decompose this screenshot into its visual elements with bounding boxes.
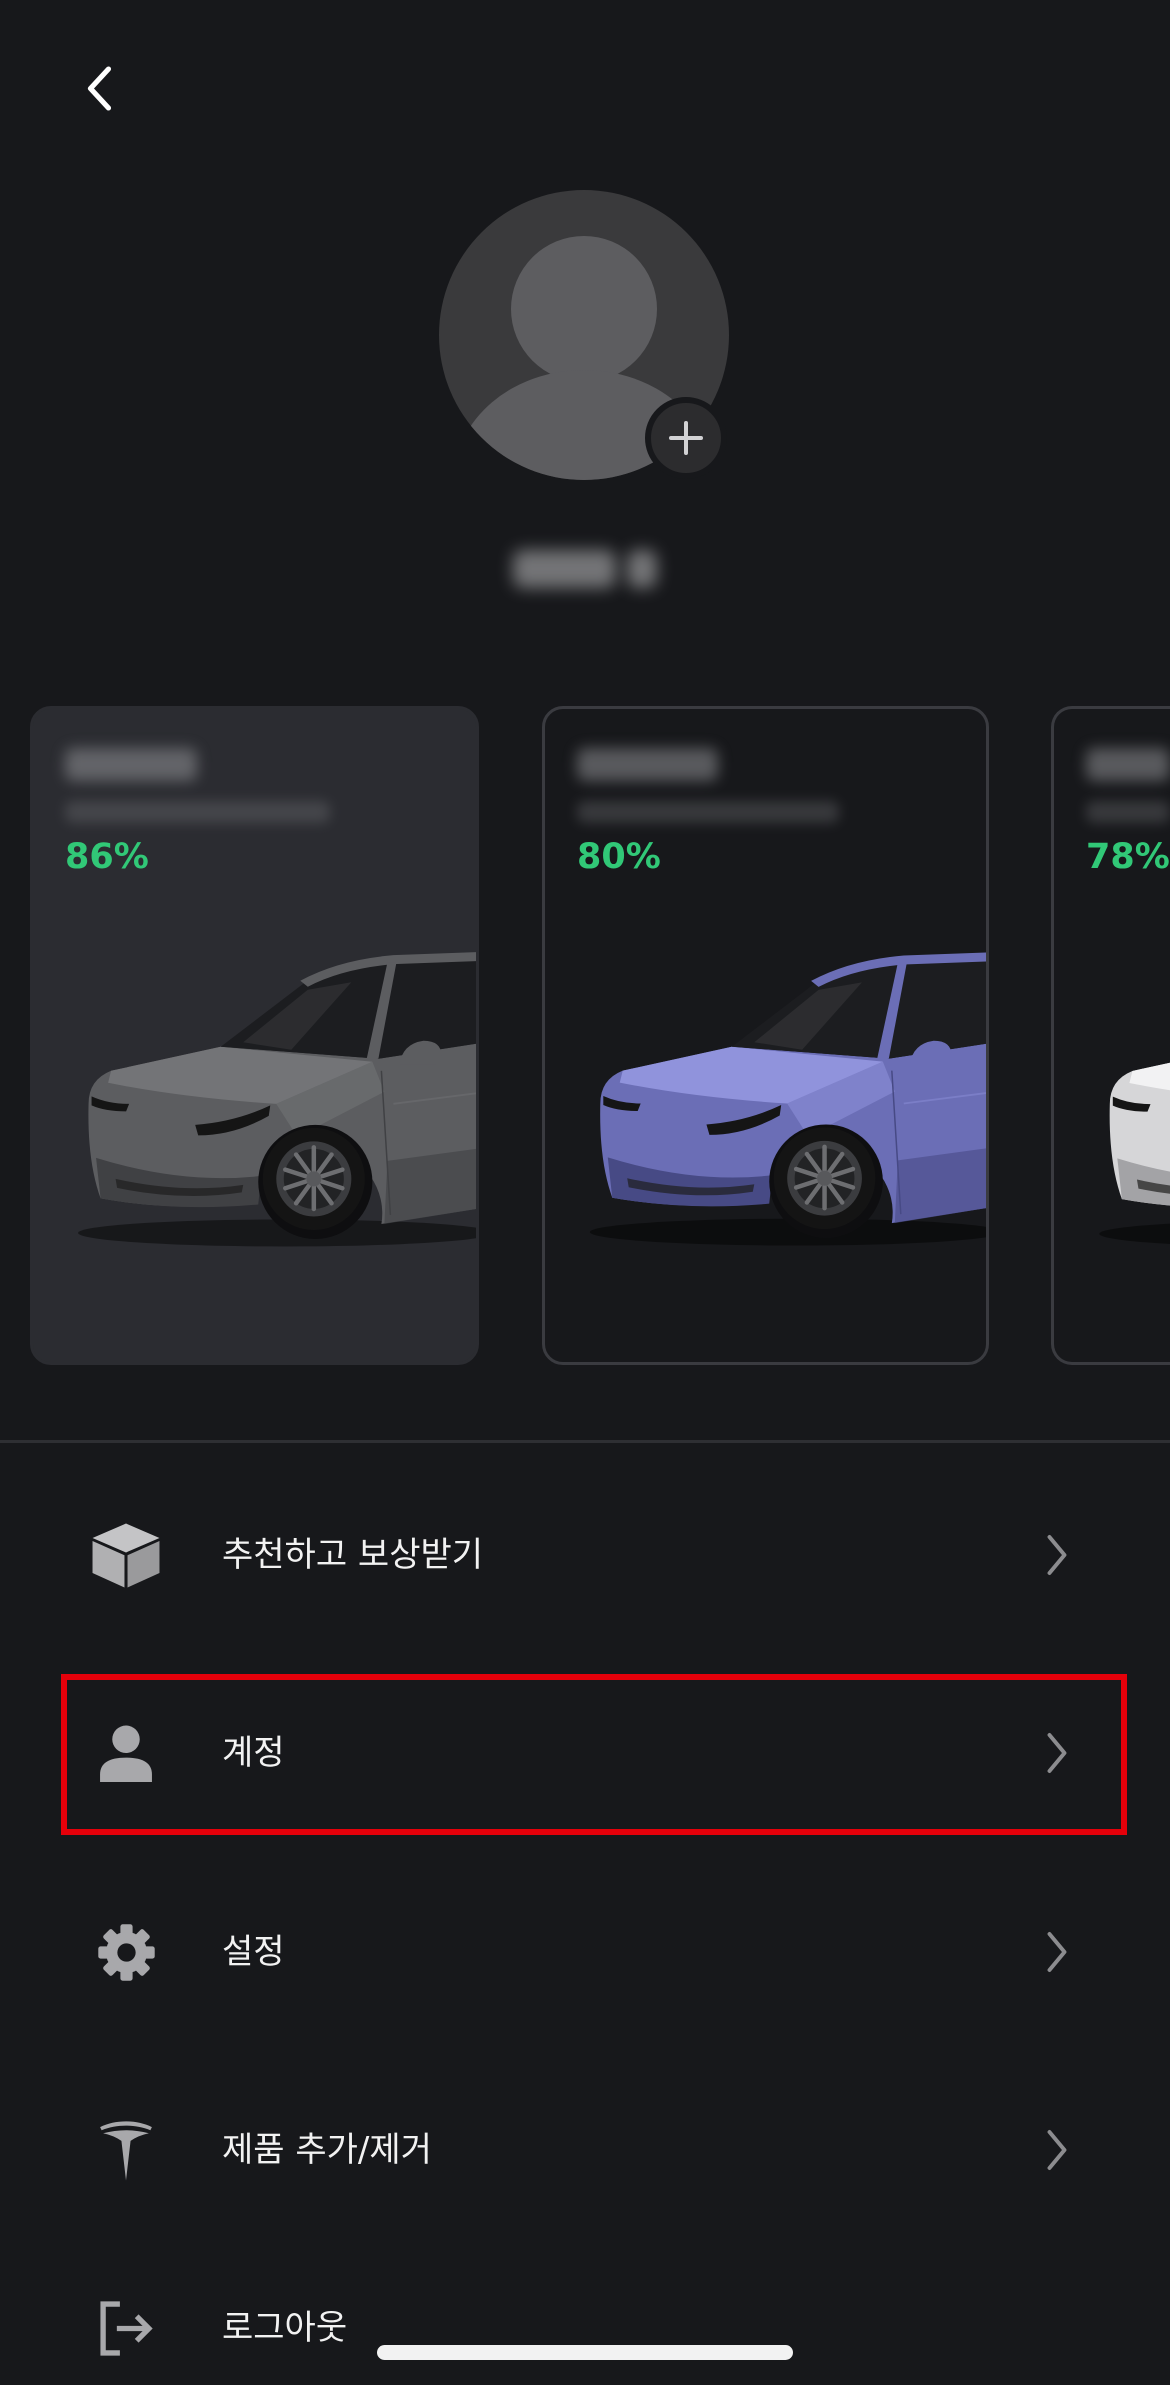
vehicle-carousel[interactable]: 86% 80% 78% xyxy=(0,706,1170,1366)
menu-item-label: 제품 추가/제거 xyxy=(222,2130,432,2170)
chevron-right-icon xyxy=(1046,1534,1068,1576)
add-photo-button[interactable] xyxy=(645,397,727,479)
vehicle-subtitle-blurred xyxy=(577,801,839,823)
battery-level: 86% xyxy=(65,837,149,877)
home-indicator[interactable] xyxy=(377,2345,793,2360)
menu-item-account[interactable]: 계정 xyxy=(0,1698,1170,1808)
vehicle-name-blurred xyxy=(1086,748,1170,781)
battery-level: 80% xyxy=(577,837,661,877)
menu-item-label: 계정 xyxy=(222,1733,285,1773)
vehicle-name-blurred xyxy=(577,748,718,781)
menu-item-refer-rewards[interactable]: 추천하고 보상받기 xyxy=(0,1500,1170,1610)
battery-level: 78% xyxy=(1086,837,1170,877)
person-icon xyxy=(91,1718,161,1788)
menu-item-settings[interactable]: 설정 xyxy=(0,1897,1170,2007)
vehicle-name-blurred xyxy=(65,748,197,781)
vehicle-subtitle-blurred xyxy=(65,801,330,823)
chevron-right-icon xyxy=(1046,1732,1068,1774)
chevron-right-icon xyxy=(1046,2129,1068,2171)
profile-name-blurred xyxy=(505,540,665,598)
blurred-name-part xyxy=(627,550,657,588)
plus-icon-vertical xyxy=(684,421,688,455)
section-divider xyxy=(0,1440,1170,1443)
cube-icon xyxy=(91,1520,161,1590)
menu-item-label: 로그아웃 xyxy=(222,2308,348,2348)
vehicle-card[interactable]: 78% xyxy=(1051,706,1170,1365)
menu-item-add-remove-product[interactable]: 제품 추가/제거 xyxy=(0,2095,1170,2205)
menu-item-label: 설정 xyxy=(222,1932,285,1972)
blurred-name-part xyxy=(513,550,616,588)
person-silhouette-icon xyxy=(511,236,657,382)
logout-icon xyxy=(91,2293,161,2363)
vehicle-card[interactable]: 80% xyxy=(542,706,989,1365)
chevron-left-icon xyxy=(87,65,111,111)
vehicle-subtitle-blurred xyxy=(1086,801,1170,823)
menu-item-label: 추천하고 보상받기 xyxy=(222,1535,484,1575)
back-button[interactable] xyxy=(69,58,129,118)
tesla-logo-icon xyxy=(91,2115,161,2185)
gear-icon xyxy=(91,1917,161,1987)
vehicle-card[interactable]: 86% xyxy=(30,706,479,1365)
menu-item-logout[interactable]: 로그아웃 xyxy=(0,2273,1170,2383)
chevron-right-icon xyxy=(1046,1931,1068,1973)
